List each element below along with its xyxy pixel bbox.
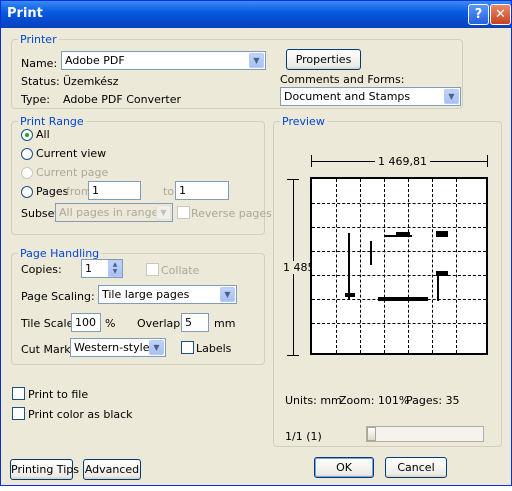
overlap-label: Overlap: [137, 317, 184, 330]
properties-button[interactable]: Properties [286, 49, 361, 70]
cut-marks-select[interactable]: Western-style ▼ [70, 338, 166, 357]
page-slider-thumb[interactable] [367, 427, 376, 441]
status-label: Status: [21, 75, 60, 88]
pages-to-label: to [163, 185, 175, 198]
radio-current-page-label: Current page [36, 166, 109, 179]
preview-legend: Preview [280, 115, 327, 128]
cancel-button[interactable]: Cancel [385, 457, 447, 478]
printer-name-select[interactable]: Adobe PDF ▼ [61, 51, 266, 70]
radio-pages-label[interactable]: Pages [36, 185, 68, 198]
tile-gridline [312, 251, 486, 252]
chevron-down-icon[interactable]: ▼ [249, 53, 264, 68]
page-indicator: 1/1 (1) [285, 430, 322, 443]
chevron-down-icon: ▼ [156, 205, 171, 220]
subset-value: All pages in range [59, 206, 159, 219]
tile-gridline [312, 323, 486, 324]
copies-value: 1 [85, 262, 92, 275]
pages-to-input[interactable]: 1 [175, 181, 229, 200]
tile-gridline [408, 179, 409, 353]
height-dimension-tick-top [287, 179, 299, 180]
spin-up-icon[interactable]: ▲ [109, 261, 121, 268]
radio-selected-dot [25, 133, 29, 137]
tile-gridline [312, 203, 486, 204]
tile-gridline [360, 179, 361, 353]
collate-label: Collate [161, 264, 200, 277]
pages-from-input[interactable]: 1 [88, 181, 141, 200]
content-mark [436, 231, 448, 237]
radio-all-label[interactable]: All [36, 128, 50, 141]
status-value: Üzemkész [63, 75, 119, 88]
radio-current-view-label[interactable]: Current view [36, 147, 106, 160]
printing-tips-button[interactable]: Printing Tips [10, 459, 79, 480]
width-dimension-tick-left [311, 155, 312, 167]
collate-checkbox [146, 263, 159, 276]
spin-down-icon[interactable]: ▼ [109, 268, 121, 275]
content-mark [345, 293, 355, 297]
width-dimension-tick-right [487, 155, 488, 167]
print-to-file-label[interactable]: Print to file [28, 388, 88, 401]
page-slider-track[interactable] [366, 426, 484, 442]
width-dimension-value: 1 469,81 [375, 155, 430, 168]
preview-page [310, 177, 488, 355]
labels-label[interactable]: Labels [196, 342, 231, 355]
subset-select: All pages in range ▼ [55, 203, 173, 222]
page-scaling-value: Tile large pages [102, 288, 190, 301]
chevron-down-icon[interactable]: ▼ [149, 340, 164, 355]
tile-gridline [336, 179, 337, 353]
advanced-button[interactable]: Advanced [83, 459, 141, 480]
print-color-black-label[interactable]: Print color as black [28, 408, 133, 421]
print-range-legend: Print Range [18, 115, 86, 128]
printer-name-label: Name: [21, 57, 58, 70]
preview-zoom: Zoom: 101% [339, 394, 410, 407]
content-mark [378, 297, 428, 301]
radio-pages[interactable] [21, 186, 33, 198]
tile-gridline [432, 179, 433, 353]
type-value: Adobe PDF Converter [63, 93, 182, 106]
printer-legend: Printer [18, 33, 59, 46]
content-mark [370, 241, 372, 265]
print-color-black-checkbox[interactable] [12, 407, 25, 420]
printer-name-value: Adobe PDF [65, 54, 125, 67]
comments-forms-select[interactable]: Document and Stamps ▼ [280, 87, 461, 106]
type-label: Type: [21, 93, 50, 106]
tile-scale-percent: % [105, 317, 116, 330]
copies-label: Copies: [21, 263, 62, 276]
radio-all[interactable] [21, 129, 33, 141]
preview-units: Units: mm [285, 394, 342, 407]
tile-gridline [456, 179, 457, 353]
copies-spinner[interactable]: ▲ ▼ [108, 260, 122, 277]
comments-forms-label: Comments and Forms: [280, 73, 405, 86]
help-button[interactable]: ? [468, 4, 489, 25]
window-title: Print [7, 6, 43, 21]
content-mark [437, 275, 439, 301]
overlap-unit: mm [214, 317, 236, 330]
reverse-pages-checkbox [177, 206, 190, 219]
height-dimension-tick-bottom [287, 355, 299, 356]
print-to-file-checkbox[interactable] [12, 387, 25, 400]
tile-gridline [312, 227, 486, 228]
page-scaling-select[interactable]: Tile large pages ▼ [98, 285, 237, 304]
content-mark [348, 233, 350, 299]
overlap-input[interactable]: 5 [181, 313, 209, 332]
radio-current-page [21, 167, 33, 179]
page-scaling-label: Page Scaling: [21, 290, 95, 303]
chevron-down-icon[interactable]: ▼ [444, 89, 459, 104]
close-button[interactable]: ✕ [490, 4, 511, 25]
tile-gridline [384, 179, 385, 353]
print-dialog: Print ? ✕ Printer Name: Adobe PDF ▼ Stat… [0, 0, 512, 486]
tile-scale-input[interactable]: 100 [71, 313, 101, 332]
tile-scale-label: Tile Scale: [21, 317, 78, 330]
labels-checkbox[interactable] [181, 341, 194, 354]
content-mark [396, 232, 410, 236]
chevron-down-icon[interactable]: ▼ [220, 287, 235, 302]
comments-forms-value: Document and Stamps [284, 90, 411, 103]
reverse-pages-label: Reverse pages [191, 207, 272, 220]
tile-gridline [312, 275, 486, 276]
title-bar[interactable]: Print ? ✕ [1, 1, 511, 28]
cut-marks-value: Western-style [74, 341, 150, 354]
preview-pages: Pages: 35 [406, 394, 460, 407]
radio-current-view[interactable] [21, 148, 33, 160]
ok-button[interactable]: OK [314, 457, 374, 478]
